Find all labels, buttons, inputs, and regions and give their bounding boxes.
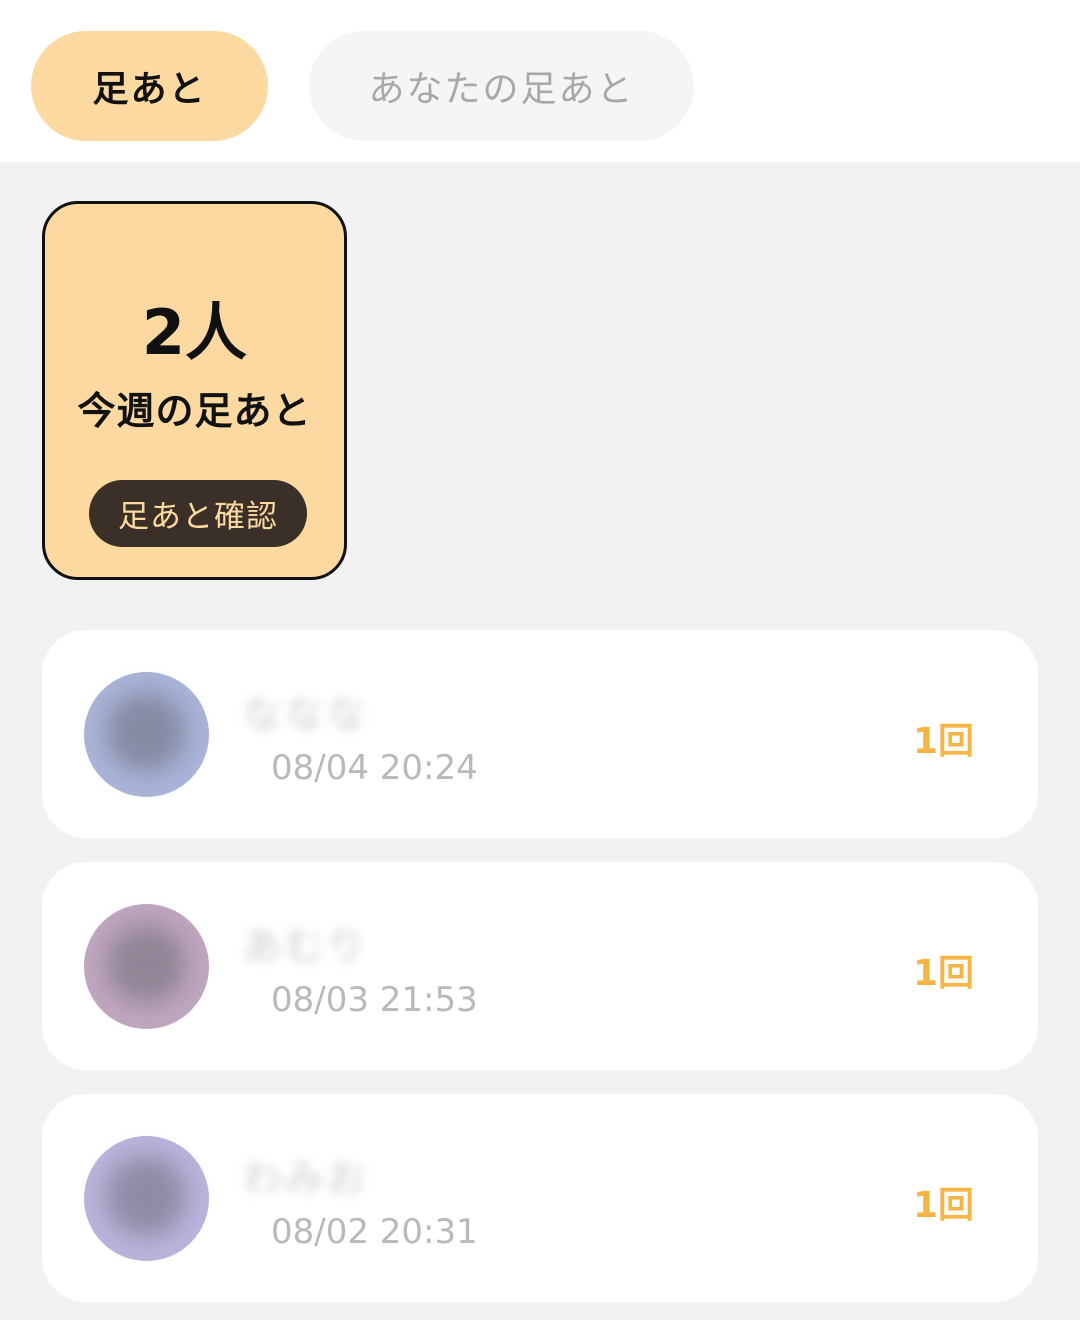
visitor-name: ななな bbox=[242, 692, 368, 738]
avatar bbox=[84, 672, 209, 797]
weekly-summary-card: 2人 今週の足あと 足あと確認 bbox=[42, 201, 347, 580]
visit-time: 08/03 21:53 bbox=[271, 980, 478, 1020]
visit-time: 08/04 20:24 bbox=[271, 748, 478, 788]
list-item[interactable]: あむり 08/03 21:53 1回 bbox=[42, 862, 1038, 1070]
weekly-label: 今週の足あと bbox=[77, 389, 312, 433]
visitor-name: あむり bbox=[242, 924, 368, 970]
visit-time: 08/02 20:31 bbox=[271, 1212, 478, 1252]
avatar bbox=[84, 1136, 209, 1261]
list-item[interactable]: ななな 08/04 20:24 1回 bbox=[42, 630, 1038, 838]
visit-count: 1回 bbox=[912, 721, 974, 762]
tab-your-footprints[interactable]: あなたの足あと bbox=[309, 31, 694, 141]
check-footprints-button[interactable]: 足あと確認 bbox=[89, 480, 307, 547]
visit-count: 1回 bbox=[912, 1185, 974, 1226]
weekly-count: 2人 bbox=[141, 296, 248, 369]
tab-footprints[interactable]: 足あと bbox=[31, 31, 268, 141]
visit-count: 1回 bbox=[912, 953, 974, 994]
visitor-name: わみお bbox=[242, 1156, 368, 1202]
top-tab-bar: 足あと あなたの足あと bbox=[0, 0, 1080, 162]
list-item[interactable]: わみお 08/02 20:31 1回 bbox=[42, 1094, 1038, 1302]
avatar bbox=[84, 904, 209, 1029]
